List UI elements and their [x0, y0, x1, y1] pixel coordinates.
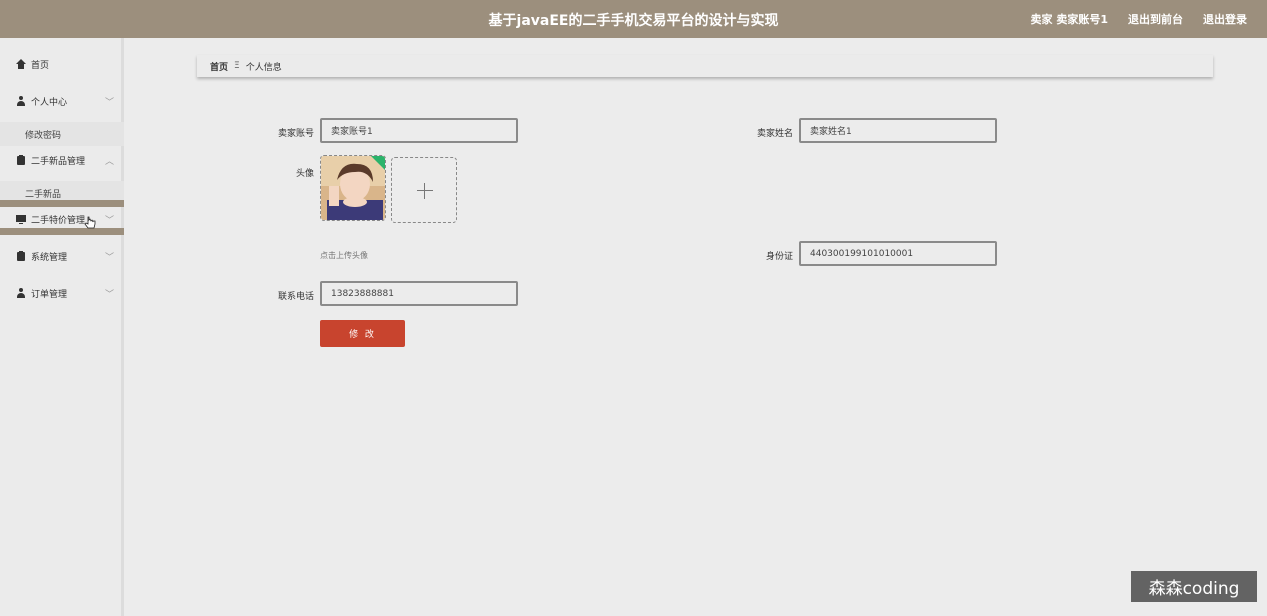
sidebar-item-label: 订单管理 [31, 289, 68, 300]
chevron-down-icon: ﹀ [104, 290, 114, 300]
sidebar-subitem-label: 二手新品 [25, 189, 62, 200]
sidebar-item-label: 系统管理 [31, 252, 68, 263]
active-indicator-bottom [0, 228, 124, 235]
user-icon [16, 96, 26, 106]
sidebar-item-personal-center[interactable]: 个人中心 ﹀ [0, 87, 124, 115]
logout-link[interactable]: 退出登录 [1203, 11, 1247, 27]
sidebar-item-home[interactable]: 首页 [0, 50, 124, 78]
breadcrumb-home[interactable]: 首页 [210, 60, 228, 73]
chevron-up-icon: ︿ [104, 157, 114, 167]
username: 卖家账号1 [1056, 13, 1108, 26]
chevron-down-icon: ﹀ [104, 216, 114, 226]
breadcrumb: 首页 Ξ 个人信息 [197, 55, 1213, 77]
monitor-icon [16, 214, 26, 224]
clipboard-icon [16, 251, 26, 261]
top-header: 基于javaEE的二手手机交易平台的设计与实现 卖家 卖家账号1 退出到前台 退… [0, 0, 1267, 38]
user-role: 卖家 [1030, 13, 1053, 26]
name-field[interactable]: 卖家姓名1 [799, 118, 997, 143]
upload-avatar-hint: 点击上传头像 [320, 251, 368, 260]
id-card-field[interactable]: 440300199101010001 [799, 241, 997, 266]
name-label: 卖家姓名 [756, 129, 793, 139]
chevron-down-icon: ﹀ [104, 98, 114, 108]
sidebar-item-system-mgmt[interactable]: 系统管理 ﹀ [0, 242, 124, 270]
upload-avatar-button[interactable] [391, 157, 457, 223]
account-label: 卖家账号 [277, 129, 314, 139]
home-icon [16, 59, 26, 69]
hand-cursor-icon [84, 216, 96, 229]
watermark: 森森coding [1131, 571, 1257, 602]
phone-label: 联系电话 [277, 292, 314, 302]
phone-field[interactable]: 13823888881 [320, 281, 518, 306]
avatar-image[interactable] [320, 155, 386, 221]
chevron-down-icon: ﹀ [104, 253, 114, 263]
sidebar-item-label: 二手特价管理 [31, 215, 86, 226]
sidebar-subitem-change-password[interactable]: 修改密码 [0, 122, 124, 146]
account-field[interactable]: 卖家账号1 [320, 118, 518, 143]
user-info: 卖家 卖家账号1 [1031, 11, 1109, 27]
avatar-photo [321, 156, 385, 220]
sidebar-subitem-label: 修改密码 [25, 130, 62, 141]
sidebar-item-label: 个人中心 [31, 97, 68, 108]
modify-button[interactable]: 修 改 [320, 320, 405, 347]
sidebar-item-label: 首页 [31, 60, 50, 71]
breadcrumb-separator: Ξ [234, 61, 240, 71]
id-card-label: 身份证 [765, 252, 793, 262]
sidebar-item-order-mgmt[interactable]: 订单管理 ﹀ [0, 279, 124, 307]
sidebar-item-new-goods-mgmt[interactable]: 二手新品管理 ︿ [0, 146, 124, 174]
sidebar-item-label: 二手新品管理 [31, 156, 86, 167]
breadcrumb-current: 个人信息 [245, 62, 282, 73]
user-icon [16, 288, 26, 298]
clipboard-icon [16, 155, 26, 165]
back-to-front-link[interactable]: 退出到前台 [1128, 11, 1183, 27]
header-actions: 卖家 卖家账号1 退出到前台 退出登录 [1031, 11, 1248, 27]
sidebar: 首页 个人中心 ﹀ 修改密码 二手新品管理 ︿ 二手新品 二手特价管理 ﹀ 系统… [0, 38, 124, 616]
avatar-label: 头像 [295, 169, 314, 179]
